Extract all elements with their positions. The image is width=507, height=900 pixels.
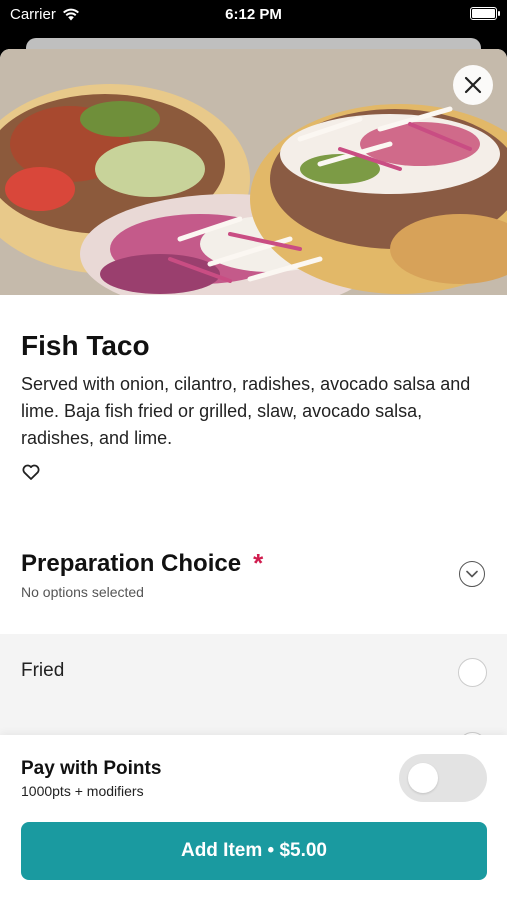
toggle-knob bbox=[408, 763, 438, 793]
option-fried[interactable]: Fried bbox=[0, 634, 507, 710]
preparation-section-title[interactable]: Preparation Choice * bbox=[21, 548, 263, 579]
chevron-down-icon bbox=[466, 570, 478, 578]
item-title: Fish Taco bbox=[21, 330, 150, 361]
pay-with-points-toggle[interactable] bbox=[399, 754, 487, 802]
status-bar: Carrier 6:12 PM bbox=[0, 0, 507, 30]
pay-with-points-title: Pay with Points bbox=[21, 758, 162, 779]
option-label: Fried bbox=[21, 660, 65, 681]
item-description: Served with onion, cilantro, radishes, a… bbox=[21, 374, 471, 448]
add-item-button[interactable]: Add Item • $5.00 bbox=[21, 822, 487, 880]
required-indicator: * bbox=[253, 548, 264, 578]
battery-icon bbox=[470, 7, 500, 20]
preparation-expand-button[interactable] bbox=[459, 561, 485, 587]
order-footer: Pay with Points 1000pts + modifiers Add … bbox=[0, 735, 507, 900]
option-radio[interactable] bbox=[458, 658, 487, 687]
heart-icon[interactable] bbox=[21, 462, 41, 482]
close-button[interactable] bbox=[453, 65, 493, 105]
close-icon bbox=[464, 76, 482, 94]
preparation-options: Fried bbox=[0, 634, 507, 761]
status-time: 6:12 PM bbox=[225, 6, 282, 23]
item-detail-sheet: Fish Taco Served with onion, cilantro, r… bbox=[0, 49, 507, 900]
preparation-title: Preparation Choice bbox=[21, 549, 242, 577]
preparation-status: No options selected bbox=[21, 584, 144, 600]
item-photo bbox=[0, 49, 507, 295]
pay-with-points-subtitle: 1000pts + modifiers bbox=[21, 783, 144, 799]
